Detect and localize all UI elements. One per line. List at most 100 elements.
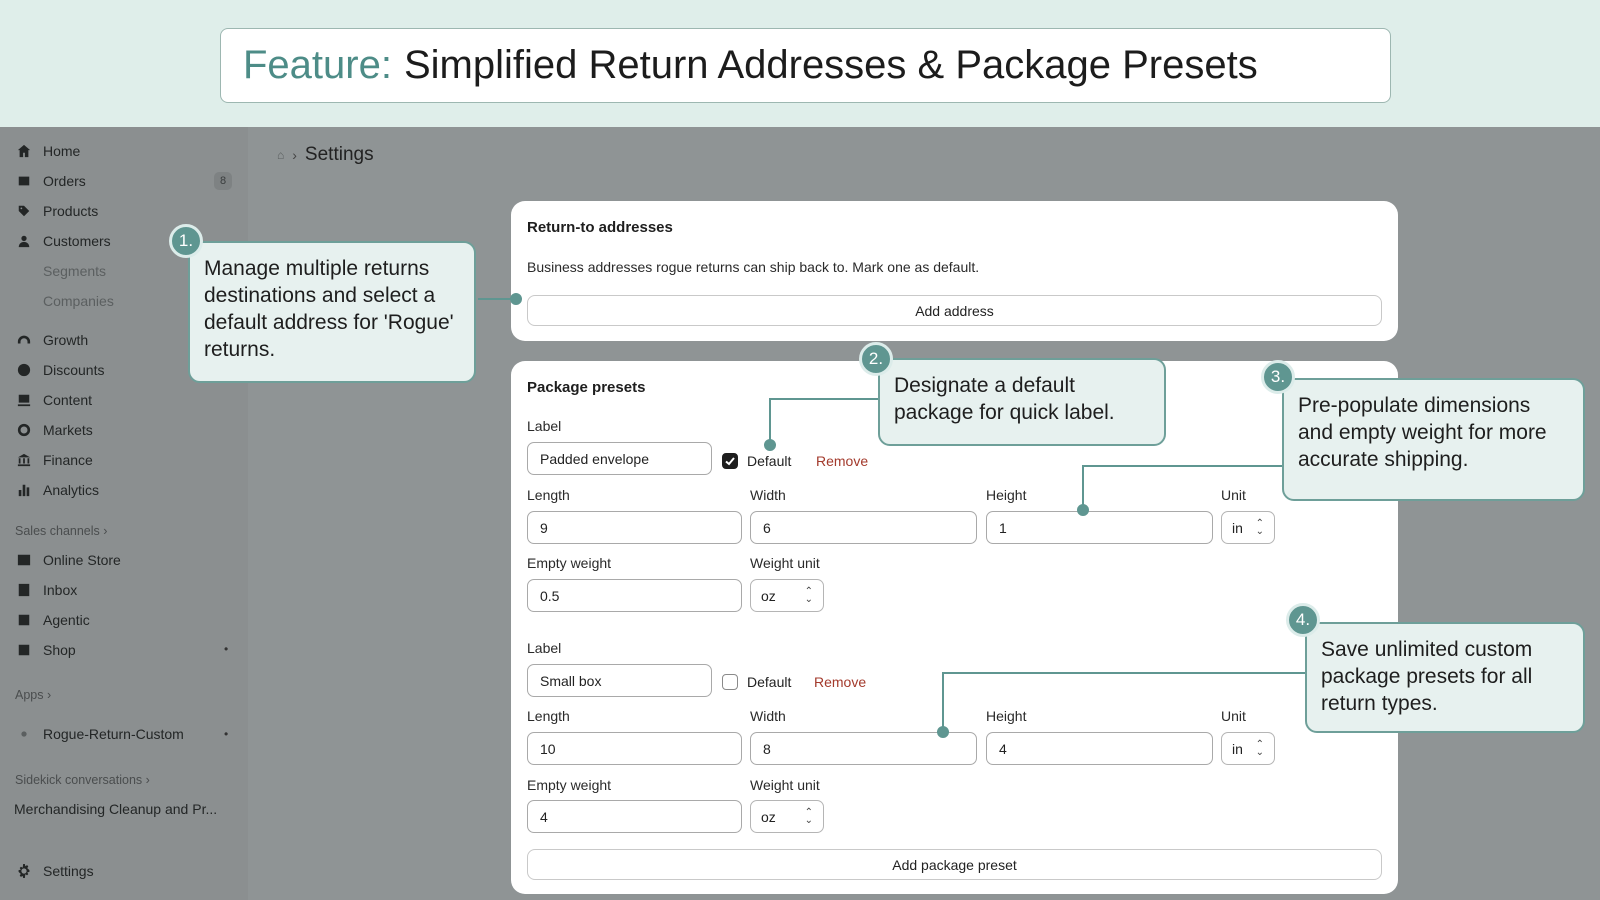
sidebar-subitem-companies[interactable]: Companies bbox=[43, 293, 114, 309]
preset-1-label-caption: Label bbox=[527, 418, 562, 434]
preset-2-empty-weight-caption: Empty weight bbox=[527, 777, 612, 793]
sidebar-section-sales-channels[interactable]: Sales channels › bbox=[15, 524, 107, 538]
inbox-icon bbox=[16, 582, 32, 598]
return-addresses-title: Return-to addresses bbox=[527, 219, 673, 236]
sidebar-item-label: Orders bbox=[43, 173, 86, 189]
feature-banner: Feature: Simplified Return Addresses & P… bbox=[0, 0, 1600, 127]
sidebar-item-discounts[interactable]: Discounts bbox=[16, 360, 104, 380]
sidebar-item-agentic[interactable]: Agentic bbox=[16, 610, 90, 630]
gear-icon bbox=[16, 863, 32, 879]
preset-2-remove-link[interactable]: Remove bbox=[814, 674, 866, 690]
app-more-dot[interactable]: • bbox=[224, 727, 228, 741]
preset-1-label-input[interactable]: Padded envelope bbox=[527, 442, 712, 475]
feature-title-box: Feature: Simplified Return Addresses & P… bbox=[220, 28, 1391, 103]
person-icon bbox=[16, 233, 32, 249]
chevron-right-icon: › bbox=[46, 688, 52, 702]
sidebar-item-label: Customers bbox=[43, 233, 111, 249]
package-presets-title: Package presets bbox=[527, 379, 646, 396]
orders-count-badge: 8 bbox=[214, 172, 232, 190]
preset-2-width-input[interactable]: 8 bbox=[750, 732, 977, 765]
sidekick-conversation-item[interactable]: Merchandising Cleanup and Pr... bbox=[14, 801, 217, 817]
preset-1-height-caption: Height bbox=[986, 487, 1027, 503]
preset-2-width-caption: Width bbox=[750, 708, 786, 724]
shop-icon bbox=[16, 642, 32, 658]
sidebar-item-shop[interactable]: Shop bbox=[16, 640, 76, 660]
callout-4-number: 4. bbox=[1286, 603, 1320, 637]
chevron-right-icon: › bbox=[103, 524, 108, 538]
sidebar-item-finance[interactable]: Finance bbox=[16, 450, 93, 470]
preset-1-empty-weight-caption: Empty weight bbox=[527, 555, 612, 571]
sidebar-item-products[interactable]: Products bbox=[16, 201, 98, 221]
preset-2-label-input[interactable]: Small box bbox=[527, 664, 712, 697]
feature-keyword: Feature: bbox=[243, 43, 392, 87]
chevron-updown-icon: ⌃ ⌄ bbox=[804, 585, 813, 605]
preset-1-width-caption: Width bbox=[750, 487, 786, 503]
preset-2-default-checkbox[interactable] bbox=[722, 674, 738, 690]
sidebar-item-rogue-return-custom[interactable]: Rogue-Return-Custom bbox=[16, 724, 184, 744]
preset-1-height-input[interactable]: 1 bbox=[986, 511, 1213, 544]
settings-home-icon[interactable]: ⌂ bbox=[277, 148, 284, 162]
preset-2-length-input[interactable]: 10 bbox=[527, 732, 742, 765]
preset-1-weight-unit-select[interactable]: oz ⌃ ⌄ bbox=[750, 579, 824, 612]
preset-1-remove-link[interactable]: Remove bbox=[816, 453, 868, 469]
sidebar-item-label: Markets bbox=[43, 422, 93, 438]
callout-3-number: 3. bbox=[1261, 360, 1295, 394]
preset-1-unit-select[interactable]: in ⌃ ⌄ bbox=[1221, 511, 1275, 544]
orders-icon bbox=[16, 173, 32, 189]
add-address-button[interactable]: Add address bbox=[527, 295, 1382, 326]
sidebar-item-label: Inbox bbox=[43, 582, 78, 598]
preset-1-empty-weight-input[interactable]: 0.5 bbox=[527, 579, 742, 612]
preset-2-empty-weight-input[interactable]: 4 bbox=[527, 800, 742, 833]
sidebar-item-online-store[interactable]: Online Store bbox=[16, 550, 121, 570]
sidebar-item-label: Online Store bbox=[43, 552, 121, 568]
sidebar-item-analytics[interactable]: Analytics bbox=[16, 480, 99, 500]
sidebar-item-growth[interactable]: Growth bbox=[16, 330, 88, 350]
feature-title: Simplified Return Addresses & Package Pr… bbox=[403, 43, 1258, 87]
globe-icon bbox=[16, 422, 32, 438]
chevron-right-icon: › bbox=[145, 773, 150, 787]
home-icon bbox=[16, 143, 32, 159]
sidebar-item-label: Finance bbox=[43, 452, 93, 468]
sidebar-item-label: Rogue-Return-Custom bbox=[43, 726, 184, 742]
sidebar-item-label: Products bbox=[43, 203, 99, 219]
sidebar-item-label: Home bbox=[43, 143, 81, 159]
bank-icon bbox=[16, 452, 32, 468]
sidebar-item-markets[interactable]: Markets bbox=[16, 420, 93, 440]
preset-2-length-caption: Length bbox=[527, 708, 570, 724]
sidebar-item-settings[interactable]: Settings bbox=[16, 861, 94, 881]
sidebar-item-label: Settings bbox=[43, 863, 94, 879]
preset-1-width-input[interactable]: 6 bbox=[750, 511, 977, 544]
callout-2-number: 2. bbox=[859, 342, 893, 376]
gauge-icon bbox=[16, 332, 32, 348]
preset-1-length-input[interactable]: 9 bbox=[527, 511, 742, 544]
sidebar-item-orders[interactable]: Orders bbox=[16, 171, 86, 191]
sidebar-section-sidekick[interactable]: Sidekick conversations › bbox=[15, 773, 150, 787]
sidebar-item-label: Shop bbox=[43, 642, 76, 658]
preset-2-unit-caption: Unit bbox=[1221, 708, 1246, 724]
add-package-preset-button[interactable]: Add package preset bbox=[527, 849, 1382, 880]
sidebar-item-home[interactable]: Home bbox=[16, 141, 80, 161]
sidebar-item-inbox[interactable]: Inbox bbox=[16, 580, 77, 600]
sidebar-item-label: Discounts bbox=[43, 362, 105, 378]
checkmark-icon bbox=[725, 457, 735, 466]
tag-icon bbox=[16, 203, 32, 219]
preset-2-weight-unit-select[interactable]: oz ⌃ ⌄ bbox=[750, 800, 824, 833]
preset-2-height-input[interactable]: 4 bbox=[986, 732, 1213, 765]
callout-1-number: 1. bbox=[169, 224, 203, 258]
return-addresses-description: Business addresses rogue returns can shi… bbox=[527, 259, 980, 275]
sidebar-item-content[interactable]: Content bbox=[16, 390, 92, 410]
preset-2-default-label: Default bbox=[747, 674, 792, 690]
sidebar-item-label: Analytics bbox=[43, 482, 100, 498]
discount-icon bbox=[16, 362, 32, 378]
callout-4: Save unlimited custom package presets fo… bbox=[1305, 622, 1585, 733]
preset-1-length-caption: Length bbox=[527, 487, 570, 503]
sidebar-section-apps[interactable]: Apps › bbox=[15, 688, 51, 702]
preset-1-default-checkbox[interactable] bbox=[722, 453, 738, 469]
preset-2-label-caption: Label bbox=[527, 640, 562, 656]
shop-more-dot[interactable]: • bbox=[224, 642, 228, 656]
sidebar-item-label: Content bbox=[43, 392, 93, 408]
sidebar-subitem-segments[interactable]: Segments bbox=[43, 263, 106, 279]
preset-2-unit-select[interactable]: in ⌃ ⌄ bbox=[1221, 732, 1275, 765]
sidebar-item-customers[interactable]: Customers bbox=[16, 231, 111, 251]
page-title: Settings bbox=[304, 144, 374, 165]
